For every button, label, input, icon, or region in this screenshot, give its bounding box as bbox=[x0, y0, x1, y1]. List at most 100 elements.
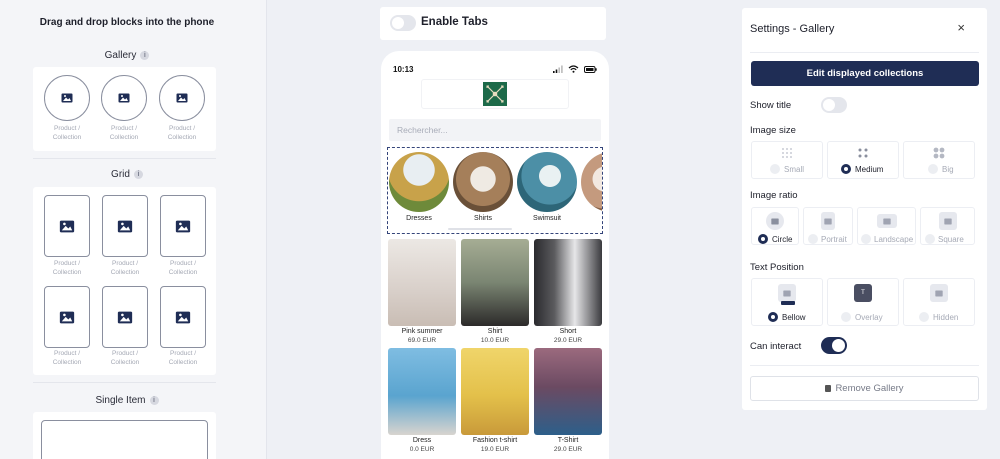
block-item-label: Product / Collection bbox=[110, 350, 140, 366]
settings-panel: Settings - Gallery × Edit displayed coll… bbox=[742, 8, 987, 410]
gallery-scrollbar[interactable] bbox=[448, 228, 512, 230]
gallery-section-title: Gallery i bbox=[0, 50, 254, 61]
product-price: 0.0 EUR bbox=[409, 446, 435, 453]
size-medium-label: Medium bbox=[855, 165, 884, 174]
wifi-icon bbox=[568, 65, 579, 73]
show-title-label: Show title bbox=[750, 100, 792, 111]
signal-icon bbox=[553, 65, 563, 73]
size-option-medium[interactable]: Medium bbox=[827, 141, 899, 179]
gallery-item[interactable]: Shirts bbox=[452, 152, 514, 222]
phone-preview: 10:13 Rechercher... Dresses Shirts Swims… bbox=[381, 51, 609, 459]
size-small-label: Small bbox=[784, 165, 805, 174]
image-placeholder-icon bbox=[101, 75, 147, 121]
image-placeholder bbox=[41, 420, 208, 459]
text-bellow-icon bbox=[778, 284, 796, 302]
image-placeholder-icon bbox=[160, 195, 206, 257]
size-medium-radio[interactable] bbox=[841, 164, 851, 174]
gallery-block[interactable]: Product / Collection Product / Collectio… bbox=[33, 67, 216, 151]
product-image bbox=[534, 239, 602, 326]
product-card[interactable]: Pink summer 69.0 EUR bbox=[388, 239, 456, 344]
medium-dots-icon bbox=[858, 148, 868, 158]
text-overlay-radio[interactable] bbox=[841, 312, 851, 322]
text-hidden-radio[interactable] bbox=[919, 312, 929, 322]
can-interact-toggle[interactable] bbox=[821, 337, 847, 354]
product-name: Dress bbox=[412, 437, 432, 444]
product-name: T-Shirt bbox=[557, 437, 579, 444]
grid-block[interactable]: Product / Collection Product / Collectio… bbox=[33, 187, 216, 375]
image-placeholder-icon bbox=[160, 286, 206, 348]
gallery-preview[interactable]: Dresses Shirts Swimsuit Mo bbox=[387, 147, 603, 234]
product-price: 29.0 EUR bbox=[553, 446, 583, 453]
size-option-big[interactable]: Big bbox=[903, 141, 975, 179]
product-card[interactable]: Dress 0.0 EUR bbox=[388, 348, 456, 453]
remove-gallery-label: Remove Gallery bbox=[835, 383, 904, 394]
info-icon[interactable]: i bbox=[140, 51, 150, 60]
grid-section-title: Grid i bbox=[0, 169, 254, 180]
enable-tabs-toggle[interactable] bbox=[390, 15, 416, 31]
ratio-option-square[interactable]: Square bbox=[920, 207, 975, 245]
image-placeholder-icon bbox=[159, 75, 205, 121]
single-item-title: Single Item bbox=[95, 395, 146, 406]
block-item-label: Product / Collection bbox=[167, 125, 197, 141]
search-input[interactable]: Rechercher... bbox=[389, 119, 601, 141]
show-title-toggle[interactable] bbox=[821, 97, 847, 113]
remove-gallery-button[interactable]: Remove Gallery bbox=[750, 376, 979, 401]
block-item-label: Product / Collection bbox=[52, 350, 82, 366]
image-placeholder-icon bbox=[102, 286, 148, 348]
block-item-label: Product / Collection bbox=[52, 260, 82, 276]
info-icon[interactable]: i bbox=[133, 170, 143, 179]
ratio-portrait-label: Portrait bbox=[821, 235, 847, 244]
product-card[interactable]: Short 29.0 EUR bbox=[534, 239, 602, 344]
gallery-item[interactable]: Mo bbox=[580, 152, 602, 222]
block-item-label: Product / Collection bbox=[52, 125, 82, 141]
size-big-label: Big bbox=[942, 165, 954, 174]
ratio-option-circle[interactable]: Circle bbox=[751, 207, 799, 245]
image-placeholder-icon bbox=[44, 195, 90, 257]
gallery-item-image bbox=[517, 152, 577, 212]
product-price: 19.0 EUR bbox=[480, 446, 510, 453]
product-price: 69.0 EUR bbox=[407, 337, 437, 344]
product-name: Shirt bbox=[487, 328, 503, 335]
can-interact-label: Can interact bbox=[750, 341, 802, 352]
circle-ratio-icon bbox=[766, 212, 784, 230]
size-small-radio[interactable] bbox=[770, 164, 780, 174]
product-card[interactable]: T-Shirt 29.0 EUR bbox=[534, 348, 602, 453]
text-position-option-hidden[interactable]: Hidden bbox=[903, 278, 975, 326]
text-bellow-radio[interactable] bbox=[768, 312, 778, 322]
text-hidden-icon bbox=[930, 284, 948, 302]
status-bar-icons bbox=[553, 65, 597, 73]
settings-title: Settings - Gallery bbox=[750, 23, 835, 35]
text-position-option-overlay[interactable]: T Overlay bbox=[827, 278, 899, 326]
close-icon[interactable]: × bbox=[957, 20, 965, 35]
product-image bbox=[461, 239, 529, 326]
text-overlay-icon: T bbox=[854, 284, 872, 302]
small-dots-icon bbox=[782, 148, 792, 158]
info-icon[interactable]: i bbox=[149, 396, 159, 405]
text-position-label: Text Position bbox=[750, 262, 804, 273]
product-card[interactable]: Shirt 10.0 EUR bbox=[461, 239, 529, 344]
grid-title: Grid bbox=[111, 169, 130, 180]
ratio-portrait-radio[interactable] bbox=[808, 234, 818, 244]
image-ratio-label: Image ratio bbox=[750, 190, 798, 201]
gallery-title: Gallery bbox=[104, 50, 137, 61]
text-position-option-bellow[interactable]: Bellow bbox=[751, 278, 823, 326]
single-item-block[interactable] bbox=[33, 412, 216, 459]
block-item-label: Product / Collection bbox=[110, 260, 140, 276]
ratio-option-landscape[interactable]: Landscape bbox=[857, 207, 916, 245]
size-option-small[interactable]: Small bbox=[751, 141, 823, 179]
gallery-item[interactable]: Dresses bbox=[388, 152, 450, 222]
product-card[interactable]: Fashion t-shirt 19.0 EUR bbox=[461, 348, 529, 453]
landscape-ratio-icon bbox=[876, 214, 897, 228]
edit-collections-button[interactable]: Edit displayed collections bbox=[751, 61, 979, 86]
ratio-circle-label: Circle bbox=[772, 235, 793, 244]
ratio-option-portrait[interactable]: Portrait bbox=[803, 207, 853, 245]
ratio-landscape-radio[interactable] bbox=[861, 234, 871, 244]
ratio-square-label: Square bbox=[938, 235, 964, 244]
size-big-radio[interactable] bbox=[928, 164, 938, 174]
product-image bbox=[461, 348, 529, 435]
ratio-square-radio[interactable] bbox=[925, 234, 935, 244]
ratio-circle-radio[interactable] bbox=[758, 234, 768, 244]
gallery-item[interactable]: Swimsuit bbox=[516, 152, 578, 222]
gallery-item-label: Mo bbox=[580, 215, 602, 222]
brand-logo-icon bbox=[483, 82, 507, 106]
